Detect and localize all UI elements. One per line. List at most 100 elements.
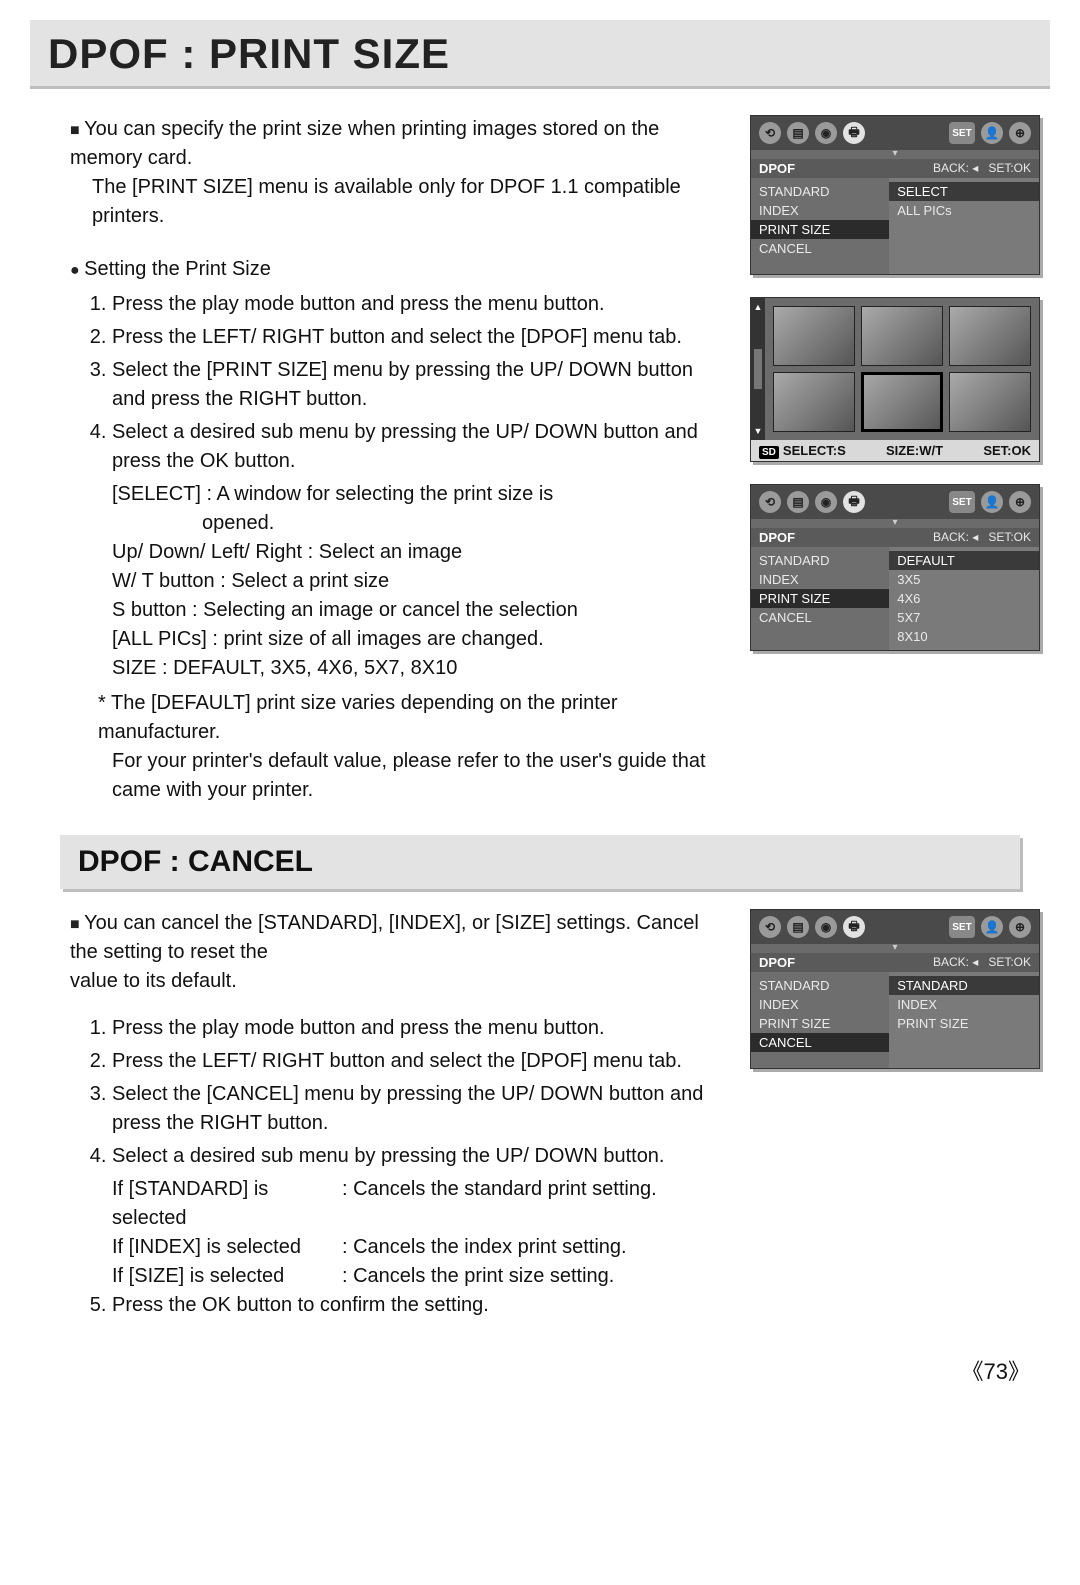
sub-size: SIZE : DEFAULT, 3X5, 4X6, 5X7, 8X10 [112, 654, 726, 683]
submenu-item-selected: SELECT [889, 182, 1039, 201]
lcd1-title: DPOF [759, 161, 795, 176]
set-icon: SET [949, 491, 975, 513]
lcd4-back: BACK: [933, 955, 969, 969]
submenu-item: PRINT SIZE [889, 1014, 1039, 1033]
thumbnail [949, 306, 1031, 366]
lcd3-setok: SET:OK [988, 530, 1031, 544]
tab-icon: ⟲ [759, 122, 781, 144]
pointer-icon: ▾ [751, 942, 1039, 953]
person-icon: 👤 [981, 122, 1003, 144]
sub-allpics: [ALL PICs] : print size of all images ar… [112, 625, 726, 654]
menu-item: STANDARD [751, 182, 889, 201]
sub-udlr: Up/ Down/ Left/ Right : Select an image [112, 538, 726, 567]
s2-step-4: Select a desired sub menu by pressing th… [112, 1142, 726, 1171]
menu-item: INDEX [751, 201, 889, 220]
menu-item: CANCEL [751, 239, 889, 258]
submenu-item: 8X10 [889, 627, 1039, 646]
page-number: 73 [30, 1354, 1050, 1386]
submenu-item: ALL PICs [889, 201, 1039, 220]
s2-step-2: Press the LEFT/ RIGHT button and select … [112, 1047, 726, 1076]
submenu-item-selected: DEFAULT [889, 551, 1039, 570]
pointer-icon: ▾ [751, 148, 1039, 159]
page-title: DPOF : PRINT SIZE [48, 30, 450, 77]
menu-item: CANCEL [751, 608, 889, 627]
page-title-bar: DPOF : PRINT SIZE [30, 20, 1050, 89]
submenu-item: 3X5 [889, 570, 1039, 589]
step-4: Select a desired sub menu by pressing th… [112, 418, 726, 476]
if-idx-k: If [INDEX] is selected [112, 1233, 342, 1262]
sub-select-1: [SELECT] : A window for selecting the pr… [112, 480, 726, 509]
menu-item-selected: CANCEL [751, 1033, 889, 1052]
s2-steps-list: Press the play mode button and press the… [90, 1014, 726, 1171]
menu-item: STANDARD [751, 976, 889, 995]
lcd3-title: DPOF [759, 530, 795, 545]
set-icon: SET [949, 916, 975, 938]
tab-icon: ▤ [787, 916, 809, 938]
foot-size: SIZE:W/T [886, 443, 943, 458]
sub-select-2: opened. [202, 509, 726, 538]
foot-select: SELECT:S [783, 443, 846, 458]
scrollbar: ▲ ▼ [751, 298, 765, 440]
lcd-screenshot-3: ⟲ ▤ ◉ 🖶 SET 👤 ⊕ ▾ DPOF BACK: ◂ SET:OK ST [750, 484, 1040, 651]
tab-icon: ⟲ [759, 491, 781, 513]
submenu-item: 5X7 [889, 608, 1039, 627]
if-siz-v: : Cancels the print size setting. [342, 1262, 614, 1291]
chevron-down-icon: ▼ [754, 426, 763, 436]
foot-set: SET:OK [983, 443, 1031, 458]
menu-item-selected: PRINT SIZE [751, 589, 889, 608]
globe-icon: ⊕ [1009, 122, 1031, 144]
thumbnail [861, 306, 943, 366]
note-default-2: For your printer's default value, please… [112, 747, 726, 805]
sd-badge: SD [759, 446, 779, 459]
section2-text: You can cancel the [STANDARD], [INDEX], … [30, 909, 726, 1324]
intro-line2: The [PRINT SIZE] menu is available only … [92, 173, 726, 231]
if-std-k: If [STANDARD] is selected [112, 1175, 342, 1233]
printer-icon: 🖶 [843, 122, 865, 144]
if-idx-v: : Cancels the index print setting. [342, 1233, 627, 1262]
section1-text: You can specify the print size when prin… [30, 115, 726, 805]
step-2: Press the LEFT/ RIGHT button and select … [112, 323, 726, 352]
globe-icon: ⊕ [1009, 916, 1031, 938]
submenu-item-selected: STANDARD [889, 976, 1039, 995]
tab-icon: ▤ [787, 491, 809, 513]
printer-icon: 🖶 [843, 491, 865, 513]
lcd-screenshot-2: ▲ ▼ SDSELECT:S SIZE:W/ [750, 297, 1040, 462]
section2-title-bar: DPOF : CANCEL [60, 835, 1020, 889]
chevron-up-icon: ▲ [754, 302, 763, 312]
steps-list: Press the play mode button and press the… [90, 290, 726, 476]
menu-item-selected: PRINT SIZE [751, 220, 889, 239]
menu-item: INDEX [751, 570, 889, 589]
s2-intro-1: You can cancel the [STANDARD], [INDEX], … [70, 909, 726, 967]
person-icon: 👤 [981, 491, 1003, 513]
lcd-screenshot-1: ⟲ ▤ ◉ 🖶 SET 👤 ⊕ ▾ DPOF BACK: ◂ SET:OK ST [750, 115, 1040, 275]
intro-line1: You can specify the print size when prin… [70, 115, 726, 173]
s2-step-5: Press the OK button to confirm the setti… [112, 1291, 726, 1320]
if-std-v: : Cancels the standard print setting. [342, 1175, 657, 1233]
s2-step-3: Select the [CANCEL] menu by pressing the… [112, 1080, 726, 1138]
person-icon: 👤 [981, 916, 1003, 938]
tab-icon: ◉ [815, 122, 837, 144]
step-3: Select the [PRINT SIZE] menu by pressing… [112, 356, 726, 414]
pointer-icon: ▾ [751, 517, 1039, 528]
thumbnail [949, 372, 1031, 432]
sub-wt: W/ T button : Select a print size [112, 567, 726, 596]
submenu-item: INDEX [889, 995, 1039, 1014]
section-head: Setting the Print Size [70, 255, 726, 284]
menu-item: INDEX [751, 995, 889, 1014]
section2-title: DPOF : CANCEL [78, 845, 313, 878]
thumbnail [773, 372, 855, 432]
sub-sbtn: S button : Selecting an image or cancel … [112, 596, 726, 625]
menu-item: STANDARD [751, 551, 889, 570]
tab-icon: ⟲ [759, 916, 781, 938]
if-siz-k: If [SIZE] is selected [112, 1262, 342, 1291]
lcd4-title: DPOF [759, 955, 795, 970]
globe-icon: ⊕ [1009, 491, 1031, 513]
tab-icon: ◉ [815, 916, 837, 938]
menu-item: PRINT SIZE [751, 1014, 889, 1033]
lcd1-setok: SET:OK [988, 161, 1031, 175]
thumbnail-selected [861, 372, 943, 432]
s2-step-1: Press the play mode button and press the… [112, 1014, 726, 1043]
lcd3-back: BACK: [933, 530, 969, 544]
lcd1-back: BACK: [933, 161, 969, 175]
lcd-screenshot-4: ⟲ ▤ ◉ 🖶 SET 👤 ⊕ ▾ DPOF BACK: ◂ SET:OK ST [750, 909, 1040, 1069]
